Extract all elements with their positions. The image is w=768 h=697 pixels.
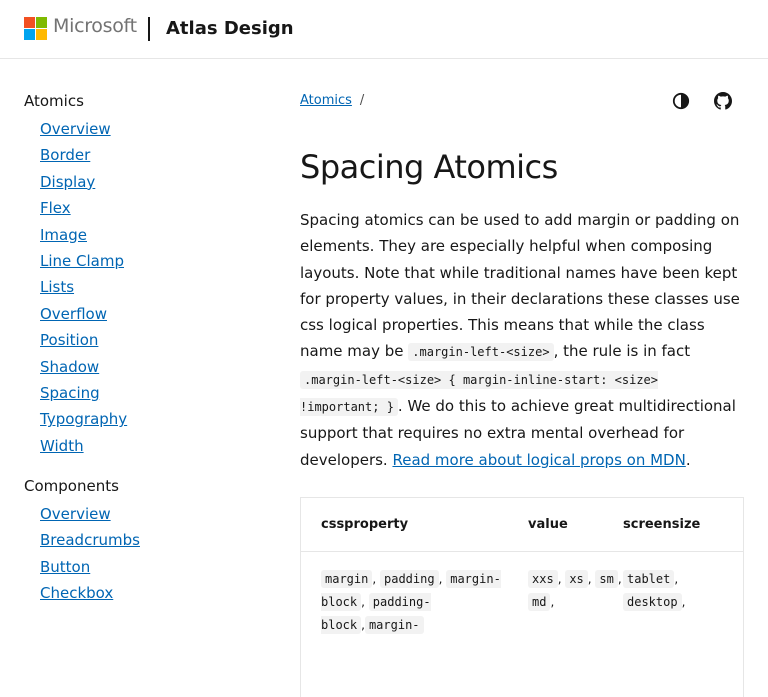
sidebar-heading-components: Components: [24, 477, 119, 496]
sidebar-item-position[interactable]: Position: [40, 331, 98, 349]
code-xs: xs: [565, 569, 588, 588]
code-sm: sm: [595, 569, 618, 588]
sidebar-item-display[interactable]: Display: [40, 173, 95, 191]
intro-code-1: .margin-left-<size>: [408, 343, 554, 362]
mdn-logical-props-link[interactable]: Read more about logical props on MDN: [392, 451, 685, 469]
site-header: Microsoft Atlas Design: [0, 0, 768, 59]
sidebar-item-flex[interactable]: Flex: [40, 199, 71, 217]
sidebar-item-components-overview[interactable]: Overview: [40, 505, 111, 523]
sidebar-item-line-clamp[interactable]: Line Clamp: [40, 252, 124, 270]
code-xxs: xxs: [528, 569, 558, 588]
cell-cssproperty: margin, padding, margin-block, padding-b…: [321, 569, 501, 634]
code-desktop: desktop: [623, 592, 682, 611]
sidebar-nav: Atomics Overview Border Display Flex Ima…: [24, 90, 264, 623]
sidebar-item-lists[interactable]: Lists: [40, 278, 74, 296]
sidebar-item-width[interactable]: Width: [40, 437, 84, 455]
sidebar-heading-atomics: Atomics: [24, 92, 84, 110]
intro-text-4: .: [685, 450, 691, 469]
logo-square-yellow: [36, 29, 47, 40]
header-cssproperty: cssproperty: [321, 516, 409, 532]
header-screensize: screensize: [623, 516, 701, 532]
sidebar-item-border[interactable]: Border: [40, 146, 90, 164]
sidebar-item-typography[interactable]: Typography: [40, 410, 127, 428]
code-md: md: [528, 592, 551, 611]
logo-square-green: [36, 17, 47, 28]
table-header: cssproperty value screensize: [301, 498, 743, 552]
cell-screensize: tablet, desktop,: [623, 568, 723, 637]
github-icon[interactable]: [714, 92, 732, 110]
sidebar-item-spacing[interactable]: Spacing: [40, 384, 100, 402]
microsoft-logo-icon[interactable]: [24, 17, 47, 40]
sidebar-item-button[interactable]: Button: [40, 558, 90, 576]
breadcrumb-separator: /: [359, 93, 365, 108]
code-padding: padding: [380, 569, 439, 588]
logo-square-blue: [24, 29, 35, 40]
sidebar-item-overview[interactable]: Overview: [40, 120, 111, 138]
sidebar-list-components: Overview Breadcrumbs Button Checkbox: [24, 501, 264, 607]
theme-toggle-icon[interactable]: [672, 92, 690, 110]
intro-text-1: Spacing atomics can be used to add margi…: [300, 211, 740, 361]
header-value: value: [528, 516, 568, 532]
intro-text-2: , the rule is in fact: [553, 342, 691, 361]
code-margin-cont: margin-: [364, 615, 424, 634]
code-margin: margin: [321, 569, 373, 588]
code-tablet: tablet: [623, 569, 675, 588]
header-divider: [148, 17, 150, 41]
page-title: Spacing Atomics: [300, 148, 558, 186]
brand-name[interactable]: Microsoft: [53, 15, 137, 37]
cell-value: xxs, xs, sm, md,: [528, 568, 623, 637]
intro-paragraph: Spacing atomics can be used to add margi…: [300, 207, 744, 473]
main-content: Atomics / Spacing Atomics Spacing atomics…: [300, 90, 744, 697]
sidebar-item-shadow[interactable]: Shadow: [40, 358, 99, 376]
sidebar-item-image[interactable]: Image: [40, 226, 87, 244]
breadcrumb-link-atomics[interactable]: Atomics: [300, 93, 352, 108]
sidebar-item-breadcrumbs[interactable]: Breadcrumbs: [40, 531, 140, 549]
table-row: margin, padding, margin-block, padding-b…: [301, 552, 743, 637]
page-actions: [672, 92, 732, 110]
site-title[interactable]: Atlas Design: [166, 18, 294, 39]
spacing-table: cssproperty value screensize margin, pad…: [300, 496, 744, 697]
sidebar-list-atomics: Overview Border Display Flex Image Line …: [24, 116, 264, 459]
sidebar-item-overflow[interactable]: Overflow: [40, 305, 107, 323]
logo-square-red: [24, 17, 35, 28]
